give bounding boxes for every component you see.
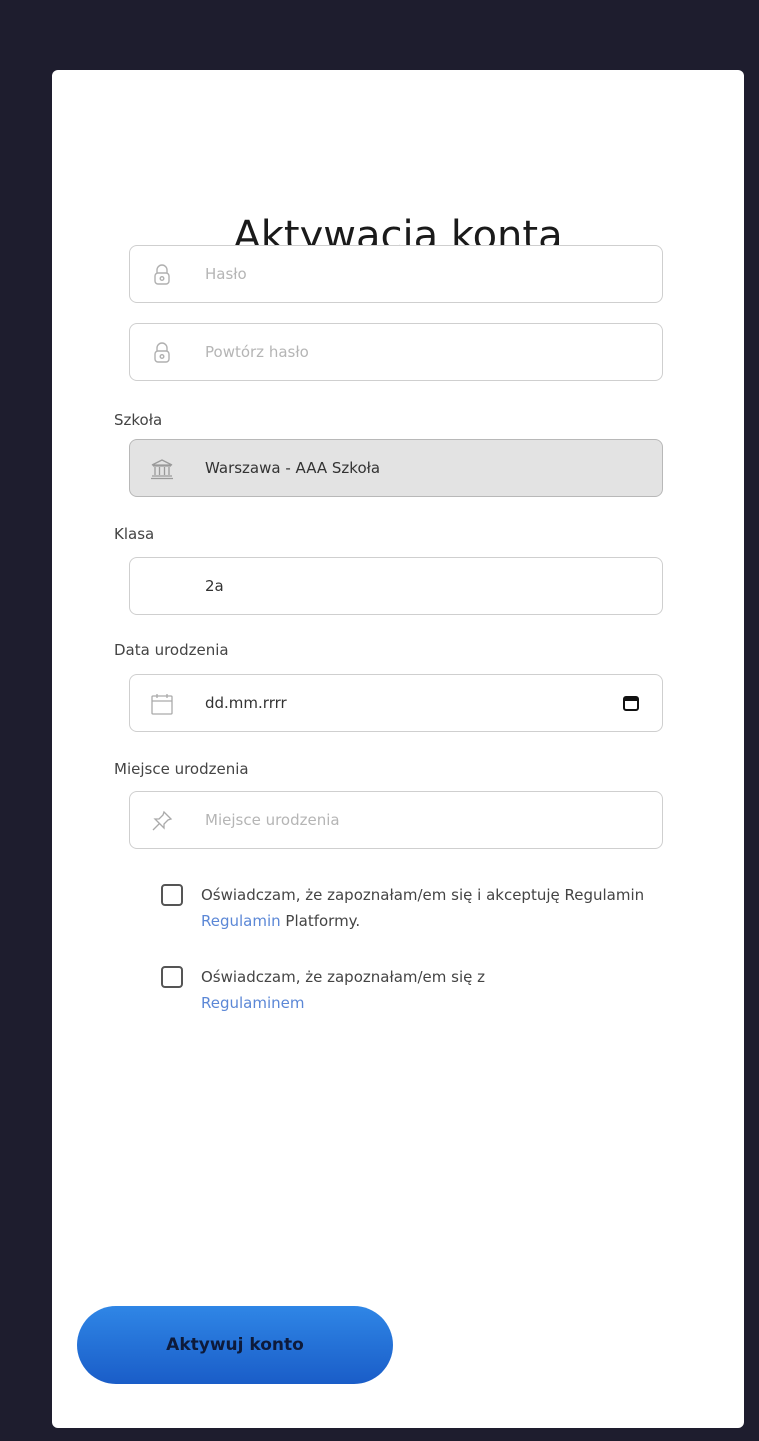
birth-place-field[interactable]: Miejsce urodzenia — [129, 791, 663, 849]
repeat-password-placeholder: Powtórz hasło — [205, 343, 309, 361]
calendar-picker-icon[interactable] — [622, 694, 640, 712]
password-field[interactable]: Hasło — [129, 245, 663, 303]
school-value: Warszawa - AAA Szkoła — [205, 459, 381, 477]
pin-icon — [148, 807, 176, 835]
terms-consent-text: Oświadczam, że zapoznałam/em się i akcep… — [201, 886, 645, 930]
lock-icon — [148, 261, 176, 289]
terms-link[interactable]: Regulamin — [201, 912, 281, 930]
institution-icon — [148, 455, 176, 483]
birth-place-label: Miejsce urodzenia — [114, 760, 249, 778]
class-label: Klasa — [114, 525, 155, 543]
class-field[interactable]: 2a — [129, 557, 663, 615]
terms-checkbox[interactable] — [161, 884, 183, 906]
repeat-password-field[interactable]: Powtórz hasło — [129, 323, 663, 381]
birth-place-placeholder: Miejsce urodzenia — [205, 811, 340, 829]
class-value: 2a — [205, 577, 224, 595]
lock-icon — [148, 339, 176, 367]
calendar-icon — [148, 690, 176, 718]
password-placeholder: Hasło — [205, 265, 247, 283]
birth-date-label: Data urodzenia — [114, 641, 229, 659]
rules-consent-text: Oświadczam, że zapoznałam/em się z Regul… — [201, 968, 486, 1012]
school-label: Szkoła — [114, 411, 163, 429]
birth-date-placeholder: dd.mm.rrrr — [205, 694, 287, 712]
school-field: Warszawa - AAA Szkoła — [129, 439, 663, 497]
rules-checkbox[interactable] — [161, 966, 183, 988]
rules-link[interactable]: Regulaminem — [201, 994, 305, 1012]
birth-date-field[interactable]: dd.mm.rrrr — [129, 674, 663, 732]
activate-account-button[interactable]: Aktywuj konto — [77, 1306, 393, 1384]
activation-card: Aktywacja konta Hasło Powtórz hasło Szko… — [52, 70, 744, 1428]
